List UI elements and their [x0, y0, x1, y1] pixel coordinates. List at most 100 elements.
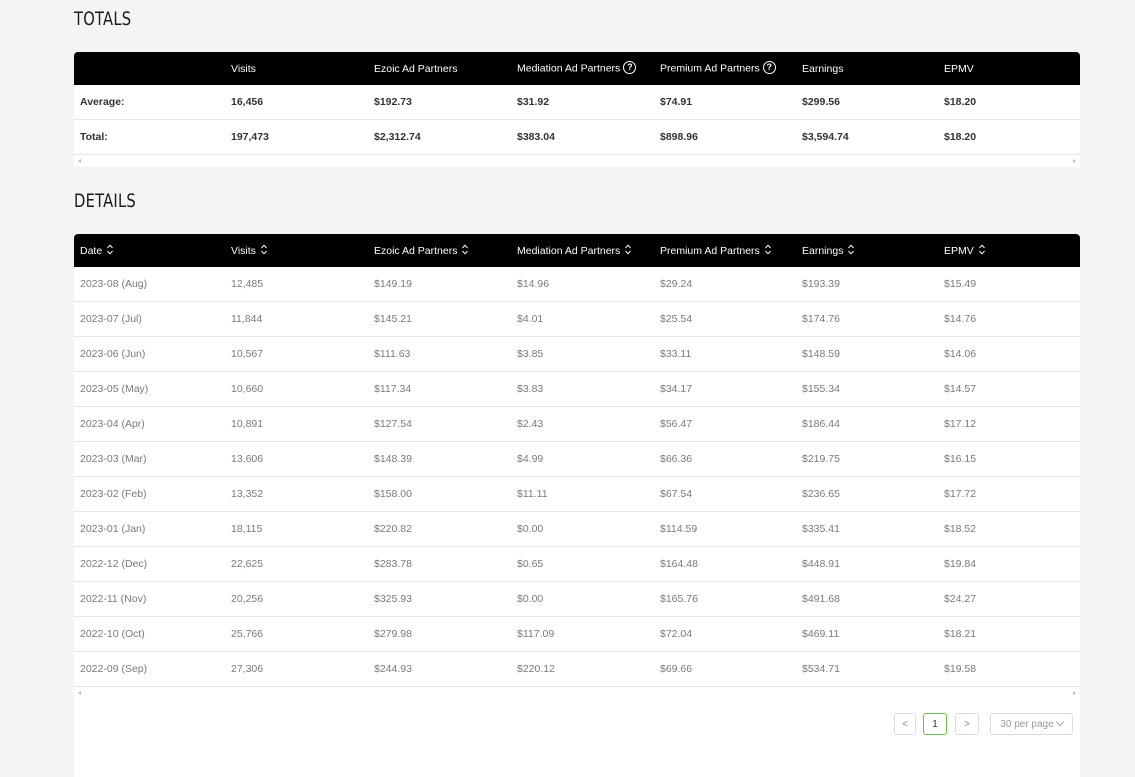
details-cell-date: 2022-12 (Dec) — [74, 546, 225, 582]
sort-icon[interactable] — [261, 244, 267, 255]
totals-cell: $74.91 — [654, 85, 796, 120]
details-cell-visits: 12,485 — [225, 267, 368, 302]
totals-header-ezoic: Ezoic Ad Partners — [374, 62, 458, 75]
details-cell-earnings: $534.71 — [796, 651, 938, 687]
details-header-premium[interactable]: Premium Ad Partners — [654, 234, 796, 267]
details-cell-date: 2022-09 (Sep) — [74, 651, 225, 687]
details-cell-visits: 13,606 — [225, 441, 368, 477]
totals-header-epmv: EPMV — [944, 62, 974, 75]
details-cell-date: 2023-01 (Jan) — [74, 511, 225, 547]
details-cell-epmv: $14.06 — [938, 336, 1080, 372]
details-cell-ezoic: $111.63 — [368, 336, 511, 372]
details-cell-epmv: $19.84 — [938, 546, 1080, 582]
per-page-select[interactable]: 30 per page — [990, 713, 1073, 735]
details-table: Date Visits Ezoic Ad Partners Mediation Ad … — [74, 234, 1080, 687]
details-cell-date: 2023-07 (Jul) — [74, 301, 225, 337]
table-row: 2023-08 (Aug) 12,485 $149.19 $14.96 $29.24 $1… — [74, 267, 1080, 302]
details-cell-earnings: $148.59 — [796, 336, 938, 372]
totals-cell: 197,473 — [225, 119, 368, 155]
details-cell-earnings: $219.75 — [796, 441, 938, 477]
sort-icon[interactable] — [462, 244, 469, 255]
details-cell-earnings: $155.34 — [796, 371, 938, 407]
details-cell-date: 2023-08 (Aug) — [74, 267, 225, 302]
table-row: 2023-05 (May) 10,660 $117.34 $3.83 $34.17 $15… — [74, 371, 1080, 407]
table-row: 2022-09 (Sep) 27,306 $244.93 $220.12 $69.66 $… — [74, 651, 1080, 687]
details-cell-visits: 20,256 — [225, 581, 368, 617]
totals-cell: $18.20 — [938, 119, 1080, 155]
details-cell-mediation: $0.65 — [511, 546, 654, 582]
table-row: 2022-11 (Nov) 20,256 $325.93 $0.00 $165.76 $4… — [74, 581, 1080, 617]
scroll-right-icon[interactable] — [1073, 159, 1076, 163]
totals-cell: $2,312.74 — [368, 119, 511, 155]
details-horizontal-scrollbar[interactable] — [74, 687, 1080, 699]
sort-icon[interactable] — [848, 244, 855, 255]
details-cell-ezoic: $220.82 — [368, 511, 511, 547]
table-row: 2022-10 (Oct) 25,766 $279.98 $117.09 $72.04 $… — [74, 616, 1080, 652]
scroll-left-icon[interactable] — [78, 159, 81, 163]
table-row: 2022-12 (Dec) 22,625 $283.78 $0.65 $164.48 $4… — [74, 546, 1080, 582]
totals-header-visits: Visits — [231, 62, 256, 75]
details-cell-epmv: $24.27 — [938, 581, 1080, 617]
sort-icon[interactable] — [764, 244, 771, 255]
details-cell-earnings: $469.11 — [796, 616, 938, 652]
details-cell-ezoic: $279.98 — [368, 616, 511, 652]
prev-page-button[interactable]: < — [894, 713, 916, 735]
totals-cell: $383.04 — [511, 119, 654, 155]
details-cell-visits: 25,766 — [225, 616, 368, 652]
scroll-left-icon[interactable] — [78, 691, 81, 695]
details-cell-premium: $72.04 — [654, 616, 796, 652]
totals-cell: $898.96 — [654, 119, 796, 155]
details-cell-earnings: $174.76 — [796, 301, 938, 337]
details-header-visits[interactable]: Visits — [225, 234, 368, 267]
details-cell-mediation: $220.12 — [511, 651, 654, 687]
details-cell-mediation: $3.85 — [511, 336, 654, 372]
totals-row: Total: 197,473 $2,312.74 $383.04 $898.96 $3,5… — [74, 119, 1080, 155]
details-cell-date: 2023-04 (Apr) — [74, 406, 225, 442]
sort-icon[interactable] — [978, 244, 985, 255]
details-header-epmv[interactable]: EPMV — [938, 234, 1080, 267]
details-cell-epmv: $19.58 — [938, 651, 1080, 687]
details-cell-epmv: $14.76 — [938, 301, 1080, 337]
details-cell-premium: $25.54 — [654, 301, 796, 337]
details-cell-premium: $29.24 — [654, 267, 796, 302]
details-cell-epmv: $14.57 — [938, 371, 1080, 407]
details-cell-mediation: $14.96 — [511, 267, 654, 302]
details-cell-date: 2023-03 (Mar) — [74, 441, 225, 477]
details-cell-premium: $69.66 — [654, 651, 796, 687]
details-header-ezoic[interactable]: Ezoic Ad Partners — [368, 234, 511, 267]
details-cell-ezoic: $283.78 — [368, 546, 511, 582]
totals-header-earnings: Earnings — [802, 62, 844, 75]
totals-cell: Total: — [74, 119, 225, 155]
details-cell-premium: $114.59 — [654, 511, 796, 547]
details-header-date[interactable]: Date — [74, 234, 225, 267]
details-cell-ezoic: $145.21 — [368, 301, 511, 337]
details-cell-date: 2022-10 (Oct) — [74, 616, 225, 652]
totals-horizontal-scrollbar[interactable] — [74, 155, 1080, 167]
details-cell-date: 2022-11 (Nov) — [74, 581, 225, 617]
details-cell-epmv: $18.52 — [938, 511, 1080, 547]
details-cell-mediation: $0.00 — [511, 511, 654, 547]
help-icon[interactable]: ? — [762, 61, 776, 74]
next-page-button[interactable]: > — [955, 713, 979, 735]
details-cell-premium: $165.76 — [654, 581, 796, 617]
details-cell-visits: 10,891 — [225, 406, 368, 442]
details-cell-premium: $34.17 — [654, 371, 796, 407]
help-icon[interactable]: ? — [623, 61, 637, 74]
details-header-mediation[interactable]: Mediation Ad Partners — [511, 234, 654, 267]
details-cell-mediation: $3.83 — [511, 371, 654, 407]
sort-icon[interactable] — [107, 244, 114, 255]
details-cell-visits: 10,567 — [225, 336, 368, 372]
details-cell-epmv: $15.49 — [938, 267, 1080, 302]
sort-icon[interactable] — [625, 244, 632, 255]
scroll-right-icon[interactable] — [1073, 691, 1076, 695]
details-cell-visits: 11,844 — [225, 301, 368, 337]
details-cell-ezoic: $149.19 — [368, 267, 511, 302]
details-cell-earnings: $186.44 — [796, 406, 938, 442]
page-1-button[interactable]: 1 — [923, 713, 947, 735]
details-cell-earnings: $448.91 — [796, 546, 938, 582]
totals-title: TOTALS — [74, 8, 132, 30]
totals-header-mediation: Mediation Ad Partners? — [511, 52, 654, 85]
details-cell-premium: $164.48 — [654, 546, 796, 582]
totals-cell: $299.56 — [796, 85, 938, 120]
details-header-earnings[interactable]: Earnings — [796, 234, 938, 267]
